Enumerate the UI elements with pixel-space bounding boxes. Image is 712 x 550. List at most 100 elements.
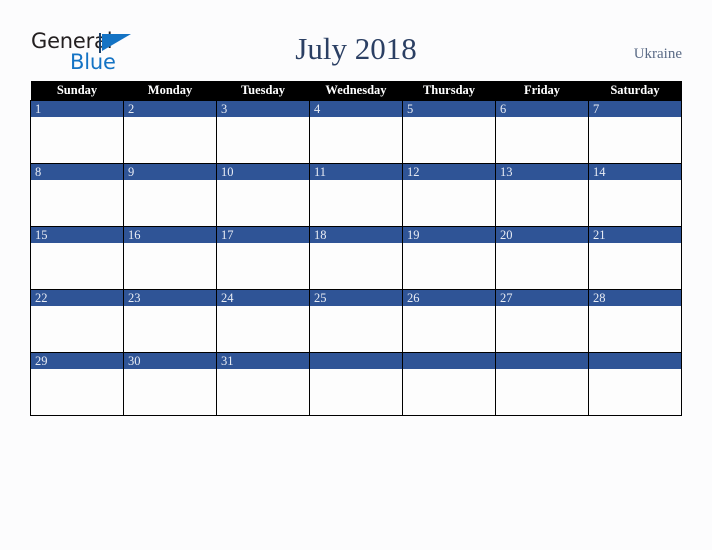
day-cell[interactable]: 3 <box>216 100 310 164</box>
day-cell[interactable]: 25 <box>309 289 403 353</box>
day-events-area[interactable] <box>496 243 588 289</box>
day-cell[interactable]: 1 <box>30 100 124 164</box>
day-cell-empty[interactable] <box>402 352 496 416</box>
day-number: 26 <box>403 290 495 306</box>
day-number: 12 <box>403 164 495 180</box>
day-events-area[interactable] <box>217 180 309 226</box>
day-events-area[interactable] <box>496 369 588 415</box>
day-cell[interactable]: 24 <box>216 289 310 353</box>
day-cell[interactable]: 16 <box>123 226 217 290</box>
day-number <box>403 353 495 369</box>
day-number: 21 <box>589 227 681 243</box>
calendar-body: 1 2 3 4 5 6 7 8 9 10 11 12 13 14 15 16 1… <box>30 100 682 416</box>
calendar-week-row: 29 30 31 <box>30 352 682 416</box>
day-cell[interactable]: 12 <box>402 163 496 227</box>
day-number: 6 <box>496 101 588 117</box>
day-cell[interactable]: 28 <box>588 289 682 353</box>
day-number: 10 <box>217 164 309 180</box>
day-cell[interactable]: 23 <box>123 289 217 353</box>
day-events-area[interactable] <box>124 243 216 289</box>
day-cell[interactable]: 15 <box>30 226 124 290</box>
day-cell-empty[interactable] <box>588 352 682 416</box>
day-events-area[interactable] <box>403 180 495 226</box>
day-cell[interactable]: 9 <box>123 163 217 227</box>
day-events-area[interactable] <box>589 369 681 415</box>
day-number: 20 <box>496 227 588 243</box>
day-number: 19 <box>403 227 495 243</box>
day-events-area[interactable] <box>31 369 123 415</box>
day-cell[interactable]: 6 <box>495 100 589 164</box>
weekday-header-row: Sunday Monday Tuesday Wednesday Thursday… <box>30 81 682 101</box>
day-events-area[interactable] <box>217 369 309 415</box>
day-events-area[interactable] <box>217 306 309 352</box>
weekday-header-wednesday: Wednesday <box>309 81 403 101</box>
day-events-area[interactable] <box>496 306 588 352</box>
day-cell[interactable]: 30 <box>123 352 217 416</box>
day-events-area[interactable] <box>496 117 588 163</box>
day-number: 2 <box>124 101 216 117</box>
day-cell[interactable]: 26 <box>402 289 496 353</box>
day-events-area[interactable] <box>403 243 495 289</box>
day-events-area[interactable] <box>31 117 123 163</box>
day-events-area[interactable] <box>310 117 402 163</box>
day-number: 9 <box>124 164 216 180</box>
day-cell[interactable]: 4 <box>309 100 403 164</box>
day-events-area[interactable] <box>310 180 402 226</box>
day-cell[interactable]: 8 <box>30 163 124 227</box>
day-number: 17 <box>217 227 309 243</box>
day-cell[interactable]: 21 <box>588 226 682 290</box>
day-number: 5 <box>403 101 495 117</box>
day-events-area[interactable] <box>124 369 216 415</box>
day-events-area[interactable] <box>217 243 309 289</box>
day-cell[interactable]: 22 <box>30 289 124 353</box>
day-number <box>496 353 588 369</box>
day-cell[interactable]: 29 <box>30 352 124 416</box>
day-events-area[interactable] <box>31 306 123 352</box>
day-cell[interactable]: 7 <box>588 100 682 164</box>
day-cell[interactable]: 18 <box>309 226 403 290</box>
day-events-area[interactable] <box>310 243 402 289</box>
day-cell[interactable]: 27 <box>495 289 589 353</box>
day-events-area[interactable] <box>124 306 216 352</box>
day-events-area[interactable] <box>31 243 123 289</box>
day-events-area[interactable] <box>217 117 309 163</box>
day-number: 27 <box>496 290 588 306</box>
day-number: 31 <box>217 353 309 369</box>
day-number: 7 <box>589 101 681 117</box>
day-cell[interactable]: 14 <box>588 163 682 227</box>
day-number: 13 <box>496 164 588 180</box>
day-number <box>310 353 402 369</box>
day-events-area[interactable] <box>589 243 681 289</box>
day-cell[interactable]: 2 <box>123 100 217 164</box>
calendar-week-row: 22 23 24 25 26 27 28 <box>30 289 682 353</box>
day-events-area[interactable] <box>403 117 495 163</box>
day-events-area[interactable] <box>589 180 681 226</box>
day-events-area[interactable] <box>310 369 402 415</box>
day-cell-empty[interactable] <box>495 352 589 416</box>
day-events-area[interactable] <box>31 180 123 226</box>
day-number: 15 <box>31 227 123 243</box>
day-cell[interactable]: 19 <box>402 226 496 290</box>
day-events-area[interactable] <box>589 306 681 352</box>
weekday-header-friday: Friday <box>495 81 589 101</box>
day-events-area[interactable] <box>310 306 402 352</box>
day-cell[interactable]: 13 <box>495 163 589 227</box>
calendar-page: General Blue July 2018 Ukraine Sunday Mo… <box>0 0 712 550</box>
day-number: 24 <box>217 290 309 306</box>
day-cell[interactable]: 31 <box>216 352 310 416</box>
day-events-area[interactable] <box>496 180 588 226</box>
day-cell[interactable]: 20 <box>495 226 589 290</box>
day-number: 8 <box>31 164 123 180</box>
day-cell[interactable]: 17 <box>216 226 310 290</box>
day-cell[interactable]: 5 <box>402 100 496 164</box>
day-events-area[interactable] <box>124 180 216 226</box>
day-number: 3 <box>217 101 309 117</box>
day-events-area[interactable] <box>589 117 681 163</box>
calendar-grid: Sunday Monday Tuesday Wednesday Thursday… <box>30 81 682 416</box>
day-cell[interactable]: 10 <box>216 163 310 227</box>
day-cell[interactable]: 11 <box>309 163 403 227</box>
day-cell-empty[interactable] <box>309 352 403 416</box>
day-events-area[interactable] <box>403 369 495 415</box>
day-events-area[interactable] <box>124 117 216 163</box>
day-events-area[interactable] <box>403 306 495 352</box>
